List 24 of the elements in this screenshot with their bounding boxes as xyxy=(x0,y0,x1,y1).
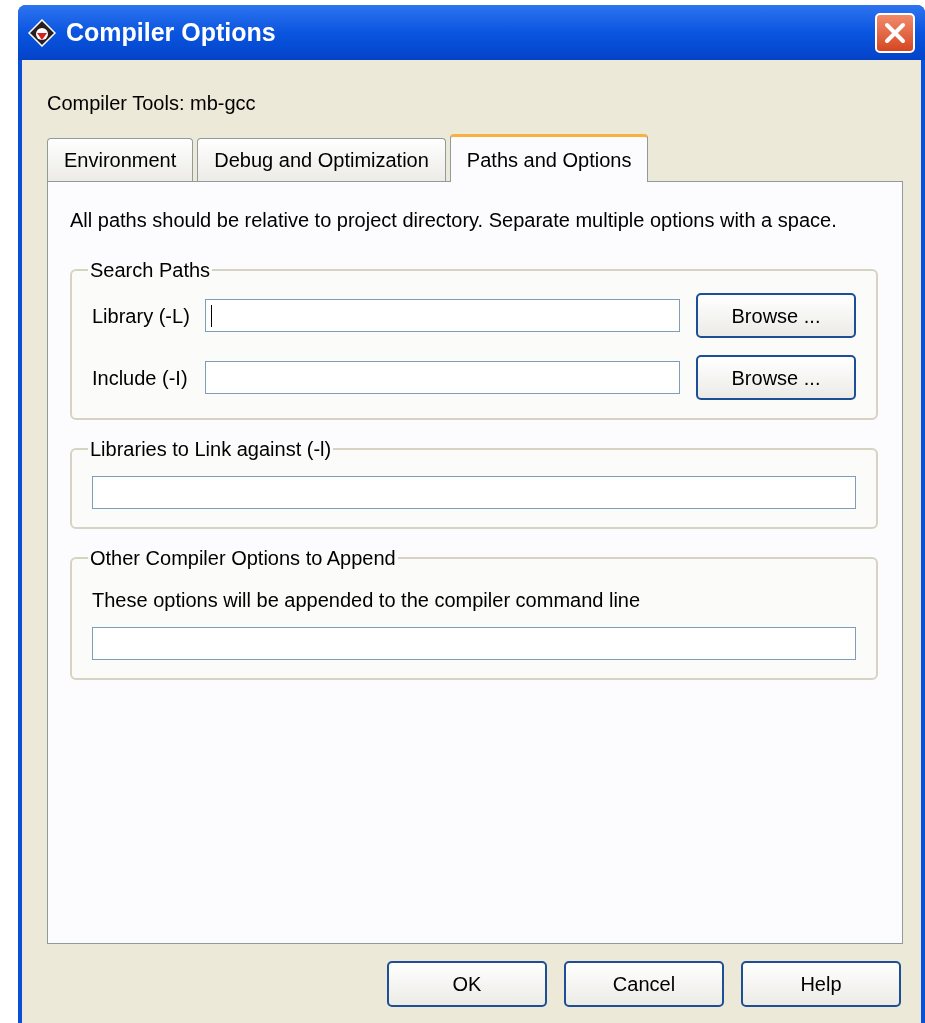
field-label: Include (-I) xyxy=(92,365,189,391)
input-field[interactable] xyxy=(92,627,856,660)
input-field[interactable] xyxy=(205,361,680,394)
description-text: All paths should be relative to project directory. Separate multiple options with a space. xyxy=(70,208,838,233)
tab[interactable]: Debug and Optimization xyxy=(197,138,446,181)
group-title: Search Paths xyxy=(89,258,212,283)
close-button[interactable] xyxy=(875,12,915,53)
tab[interactable]: Environment xyxy=(47,138,194,181)
input-field[interactable] xyxy=(92,476,856,509)
dialog-button[interactable]: OK xyxy=(387,961,547,1007)
field-label: Library (-L) xyxy=(92,303,191,329)
dialog-button[interactable]: Help xyxy=(741,961,901,1007)
tab[interactable]: Paths and Options xyxy=(449,134,649,182)
close-icon xyxy=(884,21,906,44)
dialog-button[interactable]: Cancel xyxy=(564,961,724,1007)
app-logo-icon xyxy=(28,18,56,47)
window-title: Compiler Options xyxy=(66,16,276,48)
compiler-tools-label: Compiler Tools: mb-gcc xyxy=(47,91,257,116)
group-title: Libraries to Link against (-l) xyxy=(89,437,333,462)
group-title: Other Compiler Options to Append xyxy=(89,546,397,571)
hint-text: These options will be appended to the compiler command line xyxy=(92,588,642,613)
browse-button[interactable]: Browse ... xyxy=(696,293,856,338)
browse-button[interactable]: Browse ... xyxy=(696,355,856,400)
input-field[interactable] xyxy=(205,299,680,332)
